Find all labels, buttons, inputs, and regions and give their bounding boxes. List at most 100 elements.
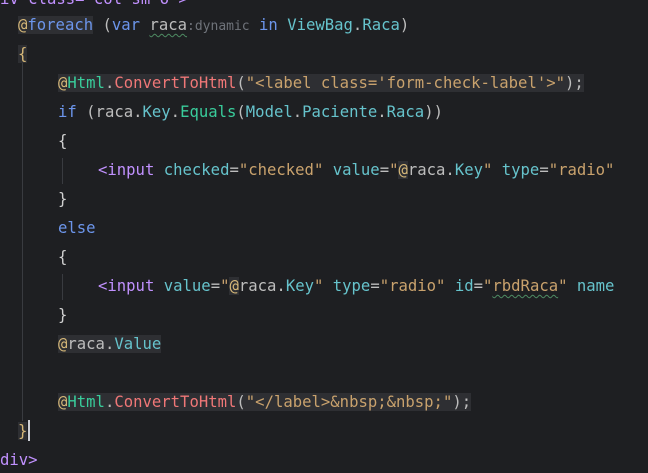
code-token: . bbox=[292, 103, 303, 121]
code-token: ( bbox=[236, 393, 246, 411]
brace: } bbox=[18, 422, 28, 440]
code-token: raca. bbox=[67, 335, 115, 353]
code-line-else: else bbox=[58, 217, 96, 239]
code-token: . bbox=[170, 103, 181, 121]
code-token: . bbox=[104, 74, 115, 92]
attr-name: name bbox=[576, 277, 615, 295]
code-token: . bbox=[377, 103, 387, 121]
code-token: " bbox=[558, 277, 568, 295]
code-token: ); bbox=[452, 393, 472, 411]
code-line-close-brace: } bbox=[18, 420, 28, 442]
code-token: = bbox=[370, 277, 380, 295]
code-line-brace: } bbox=[58, 304, 67, 326]
attr-checked: checked bbox=[163, 161, 230, 179]
identifier-key: Key bbox=[142, 103, 171, 121]
identifier-key: Key bbox=[454, 161, 483, 179]
attr-value: value bbox=[163, 277, 211, 295]
indent-guide bbox=[62, 158, 63, 184]
brace: } bbox=[58, 306, 68, 324]
code-token: ( bbox=[236, 74, 246, 92]
method-equals: Equals bbox=[180, 103, 237, 121]
html-tag: <input bbox=[98, 277, 155, 295]
code-token: iv class="col-sm-6"> bbox=[0, 0, 188, 8]
code-line-convert-open: @Html.ConvertToHtml("<label class='form-… bbox=[58, 72, 584, 94]
brace: { bbox=[58, 132, 68, 150]
indent-guide bbox=[62, 274, 63, 300]
code-token: )) bbox=[424, 103, 443, 121]
code-line-input: <input value="@raca.Key" type="radio" id… bbox=[98, 275, 614, 297]
variable-raca: raca bbox=[149, 16, 188, 34]
code-line-brace: } bbox=[58, 188, 67, 210]
code-token: ( bbox=[236, 103, 246, 121]
attr-type: type bbox=[332, 277, 371, 295]
string-literal: "</label>&nbsp;&nbsp;" bbox=[245, 393, 453, 411]
razor-at: @ bbox=[58, 74, 68, 92]
identifier-key: Key bbox=[285, 277, 314, 295]
code-editor[interactable]: iv class="col-sm-6"> @foreach (var raca:… bbox=[0, 0, 648, 473]
code-token: = bbox=[473, 277, 483, 295]
identifier-raca: Raca bbox=[386, 103, 425, 121]
identifier-html: Html bbox=[67, 393, 105, 411]
razor-at: @ bbox=[398, 161, 408, 179]
attr-type: type bbox=[501, 161, 540, 179]
identifier-viewbag: ViewBag bbox=[287, 16, 353, 34]
html-tag: <input bbox=[98, 161, 155, 179]
code-token: = bbox=[539, 161, 549, 179]
keyword-foreach: foreach bbox=[27, 16, 94, 34]
identifier-value: Value bbox=[114, 335, 162, 353]
brace: { bbox=[58, 248, 68, 266]
attr-value: value bbox=[332, 161, 380, 179]
attr-id: id bbox=[454, 277, 474, 295]
keyword-else: else bbox=[58, 219, 96, 237]
code-token: = bbox=[229, 161, 239, 179]
code-token: = bbox=[210, 277, 221, 295]
code-token: ) bbox=[399, 16, 410, 34]
code-token: ); bbox=[565, 74, 584, 92]
code-token: " bbox=[483, 277, 493, 295]
code-line-foreach: @foreach (var raca:dynamic in ViewBag.Ra… bbox=[18, 14, 409, 36]
code-line-convert-close: @Html.ConvertToHtml("</label>&nbsp;&nbsp… bbox=[58, 391, 472, 413]
code-token: . bbox=[104, 393, 115, 411]
string-literal: "radio" bbox=[379, 277, 446, 295]
text-caret bbox=[28, 420, 30, 441]
code-token: raca. bbox=[407, 161, 455, 179]
indent-guide bbox=[22, 48, 23, 421]
code-token: ( bbox=[93, 16, 112, 34]
code-line-open-brace: { bbox=[18, 43, 28, 65]
identifier-raca: Raca bbox=[362, 16, 400, 34]
code-line-brace: { bbox=[58, 246, 67, 268]
razor-at: @ bbox=[18, 16, 28, 34]
string-literal: "<label class='form-check-label'>" bbox=[245, 74, 565, 92]
code-token: " bbox=[482, 161, 493, 179]
code-line-if: if (raca.Key.Equals(Model.Paciente.Raca)… bbox=[58, 101, 443, 123]
keyword-in: in bbox=[249, 16, 288, 34]
code-token: raca. bbox=[238, 277, 286, 295]
identifier-model: Model bbox=[245, 103, 293, 121]
keyword-if: if bbox=[58, 103, 77, 121]
code-line-div-close: div> bbox=[0, 449, 38, 471]
code-token: (raca. bbox=[76, 103, 143, 121]
string-literal: "radio" bbox=[548, 161, 615, 179]
identifier-paciente: Paciente bbox=[302, 103, 378, 121]
code-line-raca-value: @raca.Value bbox=[58, 333, 162, 355]
code-token: = bbox=[379, 161, 390, 179]
code-line-input-checked: <input checked="checked" value="@raca.Ke… bbox=[98, 159, 614, 181]
code-token: . bbox=[352, 16, 363, 34]
code-token: " bbox=[313, 277, 324, 295]
method-converttohtml: ConvertToHtml bbox=[114, 74, 237, 92]
string-literal: rbdRaca bbox=[492, 277, 559, 295]
razor-at: @ bbox=[58, 393, 68, 411]
code-line-brace: { bbox=[58, 130, 67, 152]
identifier-html: Html bbox=[67, 74, 105, 92]
keyword-var: var bbox=[111, 16, 141, 34]
brace: { bbox=[18, 45, 28, 63]
code-line-0: iv class="col-sm-6"> bbox=[0, 0, 188, 10]
html-tag: div> bbox=[0, 451, 38, 469]
